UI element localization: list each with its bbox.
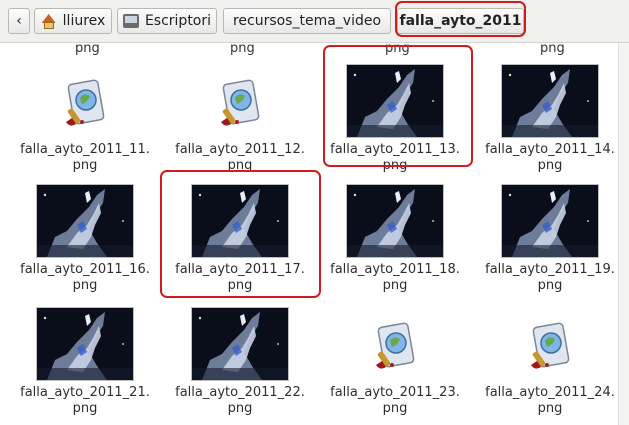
file-extension: png [537, 278, 563, 293]
back-button[interactable]: ‹ [8, 8, 30, 34]
file-item[interactable]: falla_ayto_2011_23. png [320, 301, 470, 417]
file-name: falla_ayto_2011_19. png [475, 262, 625, 294]
image-file-icon [217, 78, 263, 132]
file-preview [165, 301, 315, 381]
crumb-label: recursos_tema_video [232, 13, 382, 29]
desktop-icon [122, 14, 139, 28]
crumb-label: lliurex [62, 13, 106, 29]
video-frame-thumbnail [191, 184, 289, 258]
image-file-icon [372, 321, 418, 375]
file-preview [10, 301, 160, 381]
chevron-left-icon: ‹ [16, 13, 22, 29]
file-name: falla_ayto_2011_14. png [475, 142, 625, 174]
file-extension: png [382, 278, 408, 293]
file-item[interactable]: falla_ayto_2011_13. png [320, 58, 470, 174]
file-preview [320, 178, 470, 258]
file-name-line: falla_ayto_2011_18. [330, 262, 460, 277]
file-preview [10, 178, 160, 258]
file-preview [475, 58, 625, 138]
file-extension: png [382, 158, 408, 173]
file-name: falla_ayto_2011_23. png [320, 385, 470, 417]
image-file-icon [527, 321, 573, 375]
previous-row-label: png [540, 41, 565, 56]
file-name-line: falla_ayto_2011_17. [175, 262, 305, 277]
file-name: falla_ayto_2011_16. png [10, 262, 160, 294]
file-item[interactable]: falla_ayto_2011_19. png [475, 178, 625, 294]
crumb-recursos[interactable]: recursos_tema_video [223, 8, 391, 34]
file-extension: png [72, 401, 98, 416]
file-name: falla_ayto_2011_17. png [165, 262, 315, 294]
file-item[interactable]: falla_ayto_2011_14. png [475, 58, 625, 174]
file-name: falla_ayto_2011_13. png [320, 142, 470, 174]
file-preview [320, 301, 470, 381]
file-name: falla_ayto_2011_24. png [475, 385, 625, 417]
file-extension: png [227, 278, 253, 293]
file-preview [475, 178, 625, 258]
file-name-line: falla_ayto_2011_13. [330, 142, 460, 157]
file-name: falla_ayto_2011_11. png [10, 142, 160, 174]
previous-row-label: png [385, 41, 410, 56]
file-preview [475, 301, 625, 381]
file-item[interactable]: falla_ayto_2011_24. png [475, 301, 625, 417]
file-view[interactable]: png png png png falla_ayto_2011_11. png fa… [0, 41, 619, 425]
file-name: falla_ayto_2011_21. png [10, 385, 160, 417]
file-name-line: falla_ayto_2011_12. [175, 142, 305, 157]
file-name-line: falla_ayto_2011_21. [20, 385, 150, 400]
file-item[interactable]: falla_ayto_2011_22. png [165, 301, 315, 417]
crumb-label: Escriptori [144, 13, 212, 29]
file-name: falla_ayto_2011_12. png [165, 142, 315, 174]
video-frame-thumbnail [346, 184, 444, 258]
video-frame-thumbnail [36, 307, 134, 381]
file-name-line: falla_ayto_2011_23. [330, 385, 460, 400]
video-frame-thumbnail [36, 184, 134, 258]
file-item[interactable]: falla_ayto_2011_21. png [10, 301, 160, 417]
file-name-line: falla_ayto_2011_14. [485, 142, 615, 157]
path-bar: ‹ lliurex Escriptori recursos_tema_video… [0, 0, 629, 43]
video-frame-thumbnail [501, 64, 599, 138]
crumb-home[interactable]: lliurex [34, 8, 112, 34]
video-frame-thumbnail [191, 307, 289, 381]
file-item[interactable]: falla_ayto_2011_12. png [165, 58, 315, 174]
file-preview [165, 58, 315, 138]
file-name-line: falla_ayto_2011_11. [20, 142, 150, 157]
file-preview [320, 58, 470, 138]
file-extension: png [72, 158, 98, 173]
home-folder-icon [41, 13, 57, 29]
file-name: falla_ayto_2011_18. png [320, 262, 470, 294]
file-item[interactable]: falla_ayto_2011_16. png [10, 178, 160, 294]
file-extension: png [537, 158, 563, 173]
vertical-scrollbar[interactable] [618, 43, 629, 425]
previous-row-label: png [230, 41, 255, 56]
file-item[interactable]: falla_ayto_2011_18. png [320, 178, 470, 294]
file-name: falla_ayto_2011_22. png [165, 385, 315, 417]
file-name-line: falla_ayto_2011_22. [175, 385, 305, 400]
previous-row-label: png [75, 41, 100, 56]
file-name-line: falla_ayto_2011_24. [485, 385, 615, 400]
video-frame-thumbnail [346, 64, 444, 138]
file-item[interactable]: falla_ayto_2011_17. png [165, 178, 315, 294]
file-item[interactable]: falla_ayto_2011_11. png [10, 58, 160, 174]
file-extension: png [382, 401, 408, 416]
image-file-icon [62, 78, 108, 132]
file-preview [10, 58, 160, 138]
video-frame-thumbnail [501, 184, 599, 258]
file-extension: png [227, 401, 253, 416]
file-name-line: falla_ayto_2011_16. [20, 262, 150, 277]
file-extension: png [72, 278, 98, 293]
crumb-label: falla_ayto_2011 [399, 13, 522, 29]
file-name-line: falla_ayto_2011_19. [485, 262, 615, 277]
file-extension: png [227, 158, 253, 173]
crumb-current-folder[interactable]: falla_ayto_2011 [397, 8, 524, 34]
file-extension: png [537, 401, 563, 416]
file-preview [165, 178, 315, 258]
crumb-desktop[interactable]: Escriptori [117, 8, 217, 34]
